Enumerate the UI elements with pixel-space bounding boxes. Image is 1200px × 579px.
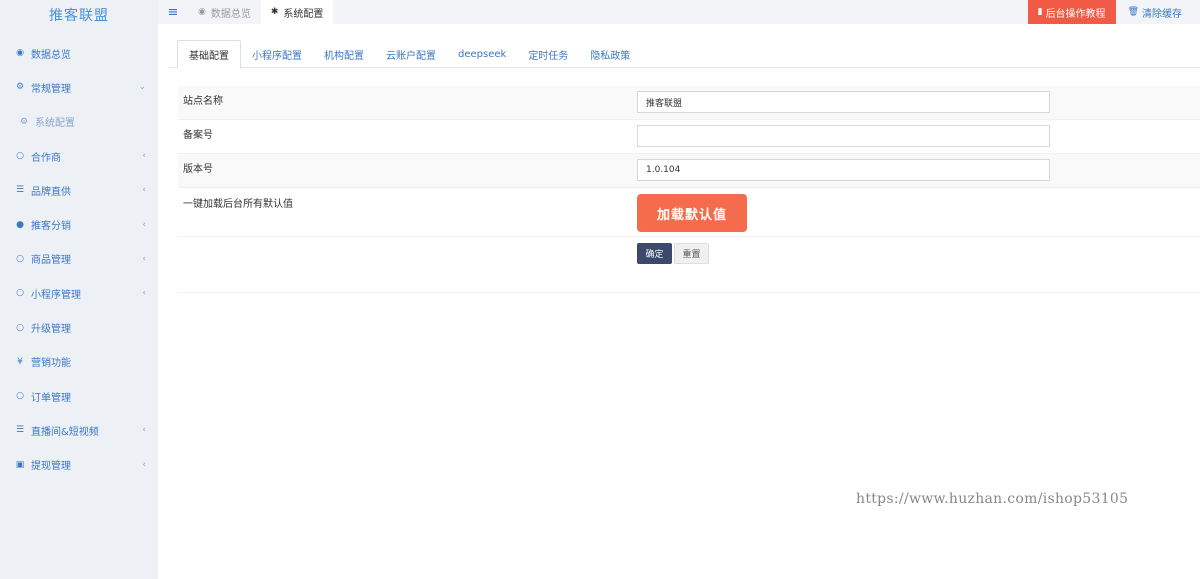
sidebar: 推客联盟 ◉ 数据总览 ⚙ 常规管理 ⌄ ⚙ 系统配置 ○ 合作商 ‹ ☰ 品牌…	[0, 0, 158, 579]
sidebar-item-label: 小程序管理	[31, 289, 81, 301]
brand-logo: 推客联盟	[49, 8, 109, 24]
sidebar-item-products[interactable]: ○ 商品管理 ‹	[0, 242, 158, 276]
sidebar-item-label: 订单管理	[31, 392, 71, 404]
sidebar-item-label: 营销功能	[31, 358, 71, 370]
chevron-left-icon: ‹	[142, 185, 146, 196]
top-actions: ▮ 后台操作教程 🗑 清除缓存	[1027, 0, 1200, 24]
sidebar-item-distribution[interactable]: ● 推客分销 ‹	[0, 207, 158, 241]
gear-icon: ⚙	[19, 116, 29, 127]
form-row-load-defaults: 一键加载后台所有默认值 加载默认值	[178, 188, 1200, 237]
sidebar-item-label: 品牌直供	[31, 186, 71, 198]
sidebar-item-system-config[interactable]: ⚙ 系统配置	[0, 105, 158, 139]
chevron-down-icon: ⌄	[138, 82, 146, 93]
form-actions: 确定 重置	[178, 237, 1200, 293]
form-row-icp: 备案号	[178, 120, 1200, 154]
gear-icon: ✱	[270, 7, 279, 17]
chevron-left-icon: ‹	[142, 219, 146, 230]
cogs-icon: ⚙	[15, 82, 25, 93]
sidebar-item-label: 数据总览	[31, 49, 71, 61]
tab-cloud-account-config[interactable]: 云账户配置	[375, 40, 447, 68]
site-name-input[interactable]: 推客联盟	[637, 91, 1050, 113]
circle-icon: ○	[16, 151, 24, 162]
sidebar-item-label: 升级管理	[31, 324, 71, 336]
form-row-site-name: 站点名称 推客联盟	[178, 86, 1200, 120]
main-content: 基础配置 小程序配置 机构配置 云账户配置 deepseek 定时任务 隐私政策…	[169, 40, 1200, 293]
tab-scheduled-tasks[interactable]: 定时任务	[517, 40, 579, 68]
sidebar-item-brand-direct[interactable]: ☰ 品牌直供 ‹	[0, 173, 158, 207]
list-icon: ☰	[15, 425, 25, 436]
list-icon: ☰	[15, 185, 25, 196]
version-input[interactable]: 1.0.104	[637, 159, 1050, 181]
sidebar-item-label: 直播间&短视频	[31, 426, 99, 438]
book-icon: ▮	[1037, 7, 1043, 17]
tutorial-button[interactable]: ▮ 后台操作教程	[1027, 0, 1116, 24]
circle-icon: ○	[16, 253, 24, 264]
yen-icon: ¥	[17, 356, 23, 367]
reset-button[interactable]: 重置	[674, 243, 709, 264]
chevron-left-icon: ‹	[142, 288, 146, 299]
dashboard-icon: ◉	[198, 7, 206, 17]
money-icon: ▣	[15, 459, 25, 470]
sidebar-menu: ◉ 数据总览 ⚙ 常规管理 ⌄ ⚙ 系统配置 ○ 合作商 ‹ ☰ 品牌直供 ‹ …	[0, 36, 158, 482]
sidebar-item-partners[interactable]: ○ 合作商 ‹	[0, 139, 158, 173]
icp-input[interactable]	[637, 125, 1050, 147]
sidebar-item-general[interactable]: ⚙ 常规管理 ⌄	[0, 70, 158, 104]
sidebar-item-orders[interactable]: ○ 订单管理	[0, 379, 158, 413]
load-defaults-label: 一键加载后台所有默认值	[183, 199, 293, 210]
tab-basic-config[interactable]: 基础配置	[177, 40, 241, 69]
sidebar-item-label: 常规管理	[31, 83, 71, 95]
sidebar-item-label: 提现管理	[31, 461, 71, 473]
chevron-left-icon: ‹	[142, 151, 146, 162]
tab-deepseek[interactable]: deepseek	[447, 40, 517, 68]
clear-cache-button[interactable]: 🗑 清除缓存	[1116, 0, 1200, 24]
user-circle-icon: ●	[16, 219, 24, 230]
chevron-left-icon: ‹	[142, 253, 146, 264]
tab-miniprogram-config[interactable]: 小程序配置	[241, 40, 313, 68]
trash-icon: 🗑	[1127, 7, 1139, 17]
sidebar-item-label: 合作商	[31, 152, 61, 164]
sidebar-item-label: 推客分销	[31, 221, 71, 233]
config-tabs: 基础配置 小程序配置 机构配置 云账户配置 deepseek 定时任务 隐私政策	[169, 40, 1200, 69]
sidebar-item-live-video[interactable]: ☰ 直播间&短视频 ‹	[0, 413, 158, 447]
top-tab-label: 数据总览	[210, 8, 251, 20]
top-tab-system-config[interactable]: ✱ 系统配置	[260, 0, 334, 24]
chevron-left-icon: ‹	[142, 459, 146, 470]
hamburger-icon[interactable]: ≡	[158, 5, 188, 20]
watermark: https://www.huzhan.com/ishop53105	[856, 491, 1129, 507]
config-form: 站点名称 推客联盟 备案号 版本号 1.0.104 一键加载后台所有默认值 加载…	[178, 86, 1200, 293]
clear-cache-label: 清除缓存	[1142, 8, 1182, 20]
form-row-version: 版本号 1.0.104	[178, 154, 1200, 188]
sidebar-item-dashboard[interactable]: ◉ 数据总览	[0, 36, 158, 70]
icp-label: 备案号	[183, 130, 213, 141]
sidebar-item-label: 系统配置	[35, 118, 75, 130]
circle-icon: ○	[16, 391, 24, 402]
sidebar-item-marketing[interactable]: ¥ 营销功能	[0, 345, 158, 379]
circle-icon: ○	[16, 288, 24, 299]
top-bar: ≡ ◉ 数据总览 ✱ 系统配置 ▮ 后台操作教程 🗑 清除缓存	[158, 0, 1200, 24]
sidebar-item-miniprogram[interactable]: ○ 小程序管理 ‹	[0, 276, 158, 310]
sidebar-item-withdraw[interactable]: ▣ 提现管理 ‹	[0, 448, 158, 482]
site-name-label: 站点名称	[183, 96, 223, 107]
submit-button[interactable]: 确定	[637, 243, 672, 264]
chevron-left-icon: ‹	[142, 425, 146, 436]
version-label: 版本号	[183, 164, 213, 175]
dashboard-icon: ◉	[16, 48, 24, 59]
load-defaults-button[interactable]: 加载默认值	[637, 194, 747, 232]
tutorial-label: 后台操作教程	[1045, 8, 1106, 20]
circle-icon: ○	[16, 322, 24, 333]
top-tab-dashboard[interactable]: ◉ 数据总览	[188, 0, 261, 24]
sidebar-item-upgrade[interactable]: ○ 升级管理	[0, 310, 158, 344]
sidebar-item-label: 商品管理	[31, 255, 71, 267]
top-tab-label: 系统配置	[283, 8, 324, 20]
tab-organization-config[interactable]: 机构配置	[313, 40, 375, 68]
tab-privacy-policy[interactable]: 隐私政策	[579, 40, 641, 68]
